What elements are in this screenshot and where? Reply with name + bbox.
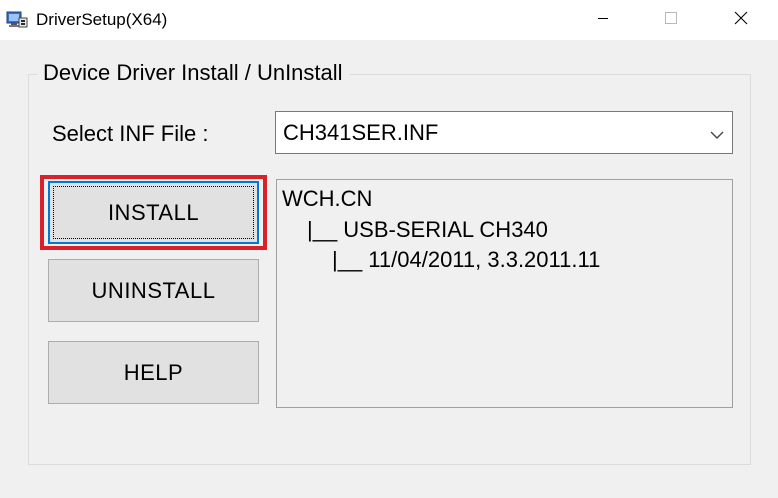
inf-file-dropdown[interactable]: CH341SER.INF <box>275 111 733 154</box>
driver-setup-app-icon[interactable] <box>6 9 28 29</box>
minimize-icon <box>597 11 609 29</box>
select-inf-label: Select INF File : <box>52 121 209 146</box>
inf-file-value: CH341SER.INF <box>283 120 439 145</box>
minimize-button[interactable] <box>580 0 626 40</box>
install-button[interactable]: INSTALL <box>48 181 259 244</box>
maximize-icon <box>664 11 678 30</box>
maximize-button[interactable] <box>648 0 694 40</box>
driver-setup-window: DriverSetup(X64) Device Driver Install /… <box>0 0 778 498</box>
help-button[interactable]: HELP <box>48 341 259 404</box>
driver-info-box: WCH.CN |__ USB-SERIAL CH340 |__ 11/04/20… <box>276 179 733 408</box>
help-button-label: HELP <box>123 359 184 385</box>
chevron-down-icon[interactable] <box>710 127 724 139</box>
focus-ring <box>53 186 254 239</box>
info-version: |__ 11/04/2011, 3.3.2011.11 <box>332 247 601 272</box>
info-vendor: WCH.CN <box>282 186 373 211</box>
info-device: |__ USB-SERIAL CH340 <box>307 217 548 242</box>
window-title: DriverSetup(X64) <box>36 10 168 29</box>
group-box-title: Device Driver Install / UnInstall <box>37 60 349 86</box>
uninstall-button[interactable]: UNINSTALL <box>48 259 259 322</box>
uninstall-button-label: UNINSTALL <box>91 277 216 303</box>
close-icon <box>734 11 748 30</box>
close-button[interactable] <box>718 0 764 40</box>
title-bar[interactable]: DriverSetup(X64) <box>0 0 778 40</box>
